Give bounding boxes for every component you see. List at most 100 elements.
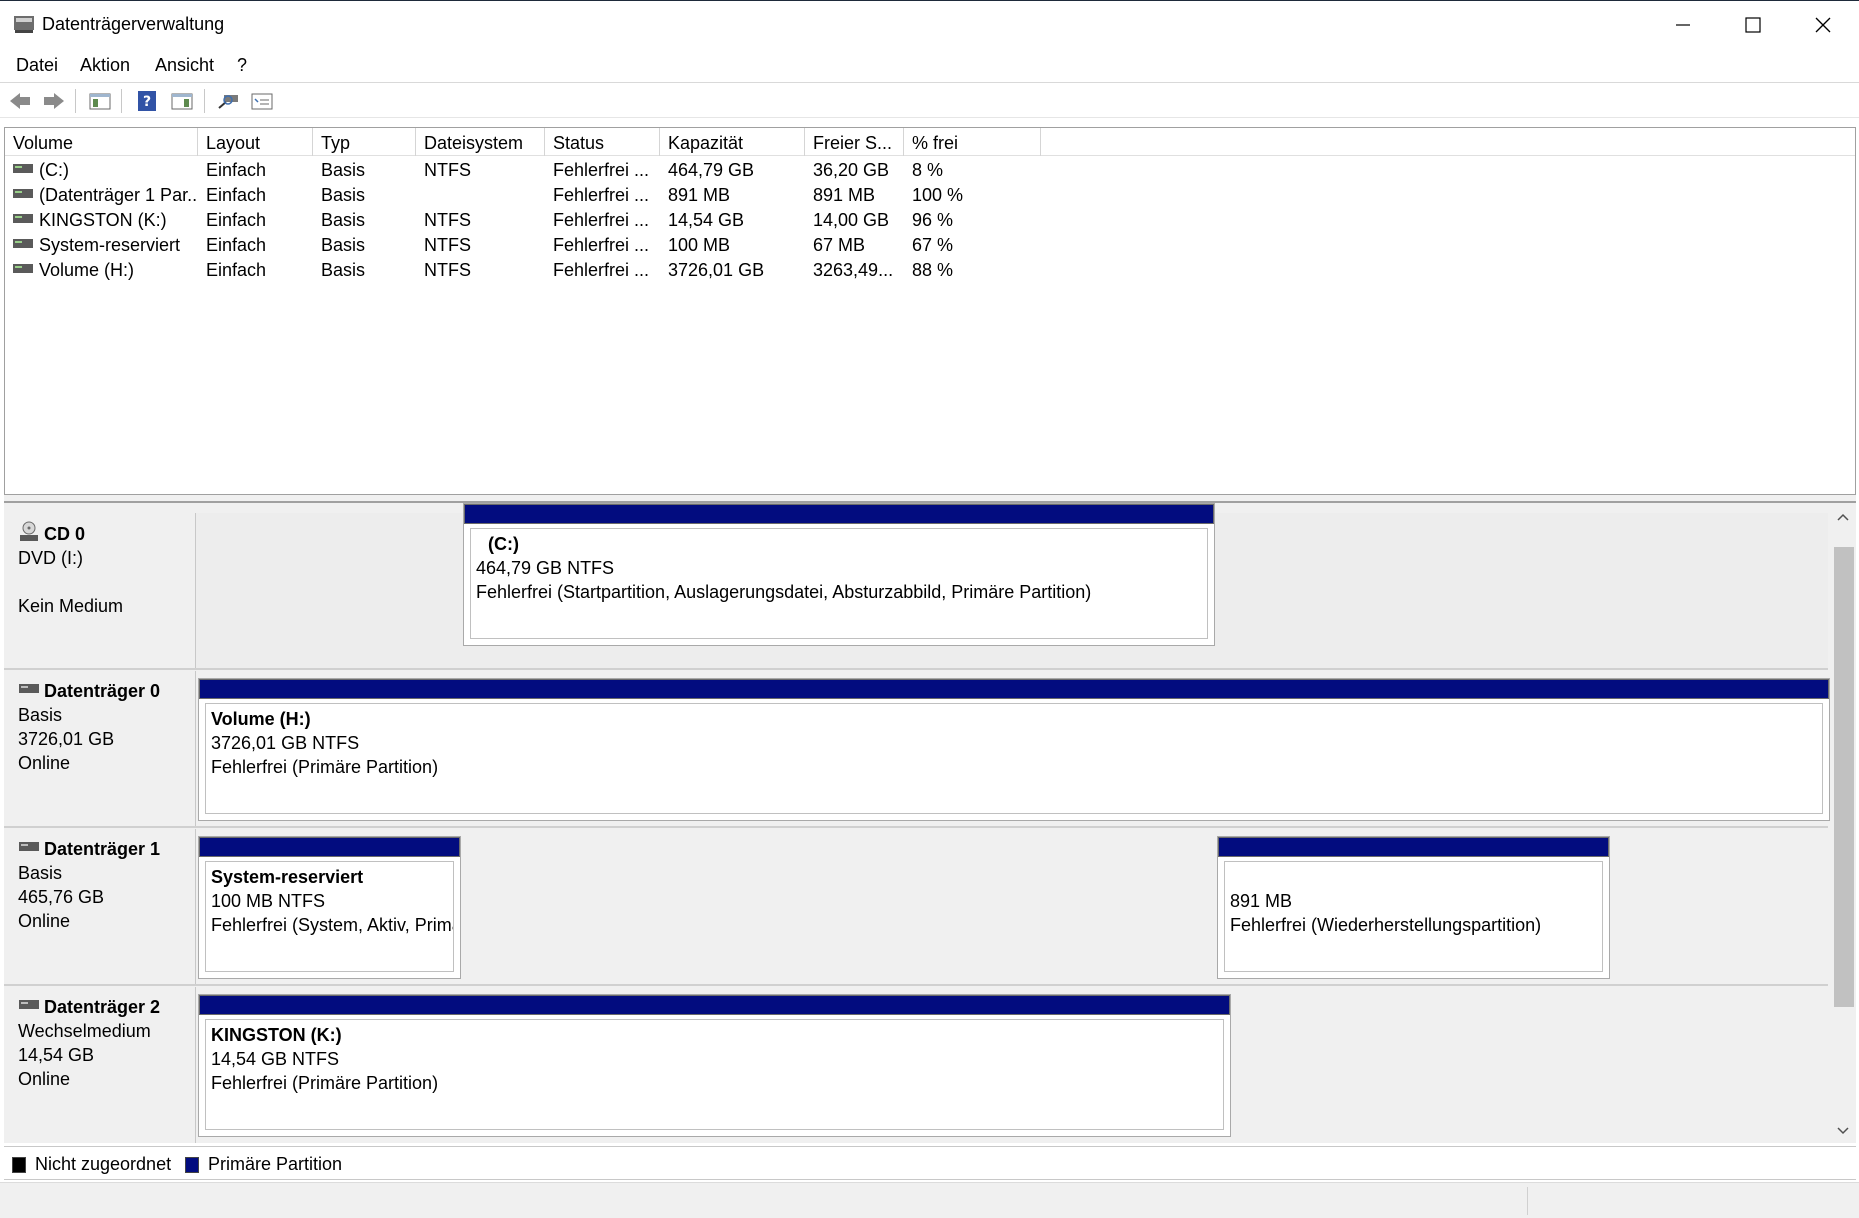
- toolbar-separator: [121, 89, 122, 113]
- toolbar-separator: [75, 89, 76, 113]
- partition-system-reserviert[interactable]: System-reserviert 100 MB NTFS Fehlerfrei…: [198, 836, 461, 979]
- freier-speicher-cell: 3263,49...: [813, 260, 894, 280]
- partition-details: (C:) 464,79 GB NTFS Fehlerfrei (Startpar…: [470, 528, 1208, 639]
- menu-bar: Datei Aktion Ansicht ?: [0, 48, 1859, 82]
- disk-view-scrollbar[interactable]: [1830, 503, 1856, 1143]
- help-button[interactable]: ?: [133, 88, 161, 114]
- partition-status: Fehlerfrei (Startpartition, Auslagerungs…: [476, 582, 1092, 602]
- maximize-button[interactable]: [1718, 1, 1788, 49]
- typ-cell: Basis: [321, 160, 366, 180]
- partition-name: [1230, 865, 1602, 889]
- partition-kingston-k[interactable]: KINGSTON (K:) 14,54 GB NTFS Fehlerfrei (…: [198, 994, 1231, 1137]
- kapazitaet-cell: 14,54 GB: [668, 210, 745, 230]
- legend-swatch-primary: [185, 1157, 199, 1173]
- column-status[interactable]: Status: [545, 128, 660, 156]
- disk-state: Online: [18, 1069, 71, 1089]
- status-cell: Fehlerfrei ...: [553, 185, 650, 205]
- back-button[interactable]: [6, 88, 34, 114]
- partition-details: 891 MB Fehlerfrei (Wiederherstellungspar…: [1224, 861, 1603, 972]
- forward-button[interactable]: [40, 88, 68, 114]
- partition-status: Fehlerfrei (Primäre Partition): [211, 1073, 439, 1093]
- toolbar: ?: [0, 82, 1859, 118]
- disk-separator: [4, 984, 1828, 986]
- removable-drive-icon: [19, 1000, 39, 1009]
- close-icon: [1815, 17, 1831, 33]
- freier-speicher-cell: 891 MB: [813, 185, 876, 205]
- column-layout[interactable]: Layout: [198, 128, 313, 156]
- dateisystem-cell: NTFS: [424, 235, 471, 255]
- prozent-frei-cell: 100 %: [912, 185, 964, 205]
- disk-label-disk1[interactable]: Datenträger 1 Basis 465,76 GB Online: [4, 829, 196, 984]
- column-typ[interactable]: Typ: [313, 128, 416, 156]
- properties-icon: [251, 93, 273, 110]
- disk-name: Datenträger 0: [44, 681, 161, 701]
- column-volume[interactable]: Volume: [5, 128, 198, 156]
- disk-label-disk0[interactable]: Datenträger 0 Basis 3726,01 GB Online: [4, 671, 196, 826]
- dateisystem-cell: [416, 183, 545, 208]
- disk-name: Datenträger 1: [44, 839, 161, 859]
- volume-name-cell: Volume (H:): [5, 258, 198, 283]
- volume-row[interactable]: (Datenträger 1 Par... Einfach Basis Fehl…: [5, 183, 1855, 208]
- window-title: Datenträgerverwaltung: [42, 14, 225, 34]
- layout-cell: Einfach: [206, 210, 267, 230]
- disk-size: [18, 570, 195, 594]
- partition-name: KINGSTON (K:): [211, 1025, 342, 1045]
- partition-status: Fehlerfrei (Wiederherstellungspartition): [1230, 915, 1542, 935]
- column-kapazitaet[interactable]: Kapazität: [660, 128, 805, 156]
- scroll-up-arrow-icon[interactable]: [1835, 509, 1851, 525]
- legend-swatch-unallocated: [12, 1157, 26, 1173]
- volume-row[interactable]: KINGSTON (K:) Einfach Basis NTFS Fehlerf…: [5, 208, 1855, 233]
- menu-aktion[interactable]: Aktion: [80, 55, 130, 76]
- status-bar: [0, 1182, 1859, 1218]
- primary-partition-bar: [464, 504, 1214, 524]
- status-bar-separator: [1527, 1187, 1528, 1215]
- disk-name: CD 0: [44, 524, 86, 544]
- minimize-icon: [1676, 24, 1690, 26]
- partition-size: 3726,01 GB NTFS: [211, 733, 360, 753]
- scroll-thumb[interactable]: [1834, 547, 1854, 1007]
- kapazitaet-cell: 3726,01 GB: [668, 260, 765, 280]
- column-dateisystem[interactable]: Dateisystem: [416, 128, 545, 156]
- disk-size: 465,76 GB: [18, 887, 105, 907]
- partition-volume-h[interactable]: Volume (H:) 3726,01 GB NTFS Fehlerfrei (…: [198, 678, 1830, 821]
- volume-name-cell: (Datenträger 1 Par...: [5, 183, 198, 208]
- layout-cell: Einfach: [206, 185, 267, 205]
- scroll-down-arrow-icon[interactable]: [1835, 1123, 1851, 1139]
- disk-drive-icon: [19, 684, 39, 693]
- action-pane-button[interactable]: [168, 88, 196, 114]
- dateisystem-cell: NTFS: [424, 260, 471, 280]
- legend-unallocated-label: Nicht zugeordnet: [35, 1154, 172, 1174]
- menu-datei[interactable]: Datei: [16, 55, 58, 76]
- volume-name: KINGSTON (K:): [39, 210, 167, 230]
- disk-type: Basis: [18, 863, 63, 883]
- partition-name: Volume (H:): [211, 709, 311, 729]
- rescan-disks-button[interactable]: [214, 88, 242, 114]
- column-freier-speicher[interactable]: Freier S...: [805, 128, 904, 156]
- close-button[interactable]: [1788, 1, 1858, 49]
- volume-row[interactable]: System-reserviert Einfach Basis NTFS Feh…: [5, 233, 1855, 258]
- console-tree-button[interactable]: [86, 88, 114, 114]
- volume-row[interactable]: (C:) Einfach Basis NTFS Fehlerfrei ... 4…: [5, 158, 1855, 183]
- status-cell: Fehlerfrei ...: [553, 210, 650, 230]
- volume-row[interactable]: Volume (H:) Einfach Basis NTFS Fehlerfre…: [5, 258, 1855, 283]
- disk-state: Online: [18, 753, 71, 773]
- primary-partition-bar: [199, 995, 1230, 1015]
- disk-label-cd0[interactable]: CD 0 DVD (I:) Kein Medium: [4, 513, 196, 668]
- action-pane-icon: [171, 93, 193, 110]
- volume-list[interactable]: Volume Layout Typ Dateisystem Status Kap…: [4, 127, 1856, 495]
- menu-ansicht[interactable]: Ansicht: [155, 55, 214, 76]
- properties-button[interactable]: [248, 88, 276, 114]
- disk-separator: [4, 826, 1828, 828]
- pane-splitter[interactable]: [4, 495, 1856, 503]
- partition-c[interactable]: (C:) 464,79 GB NTFS Fehlerfrei (Startpar…: [463, 503, 1215, 646]
- minimize-button[interactable]: [1648, 1, 1718, 49]
- partition-recovery[interactable]: 891 MB Fehlerfrei (Wiederherstellungspar…: [1217, 836, 1610, 979]
- partition-status: Fehlerfrei (System, Aktiv, Primä: [211, 915, 454, 935]
- disk-graphical-view: CD 0 DVD (I:) Kein Medium Datenträger 0 …: [4, 503, 1856, 1143]
- menu-help[interactable]: ?: [237, 55, 247, 76]
- disk-name: Datenträger 2: [44, 997, 161, 1017]
- column-prozent-frei[interactable]: % frei: [904, 128, 1041, 156]
- disk-label-disk2[interactable]: Datenträger 2 Wechselmedium 14,54 GB Onl…: [4, 987, 196, 1143]
- prozent-frei-cell: 8 %: [912, 160, 944, 180]
- legend: Nicht zugeordnet Primäre Partition: [4, 1146, 1856, 1180]
